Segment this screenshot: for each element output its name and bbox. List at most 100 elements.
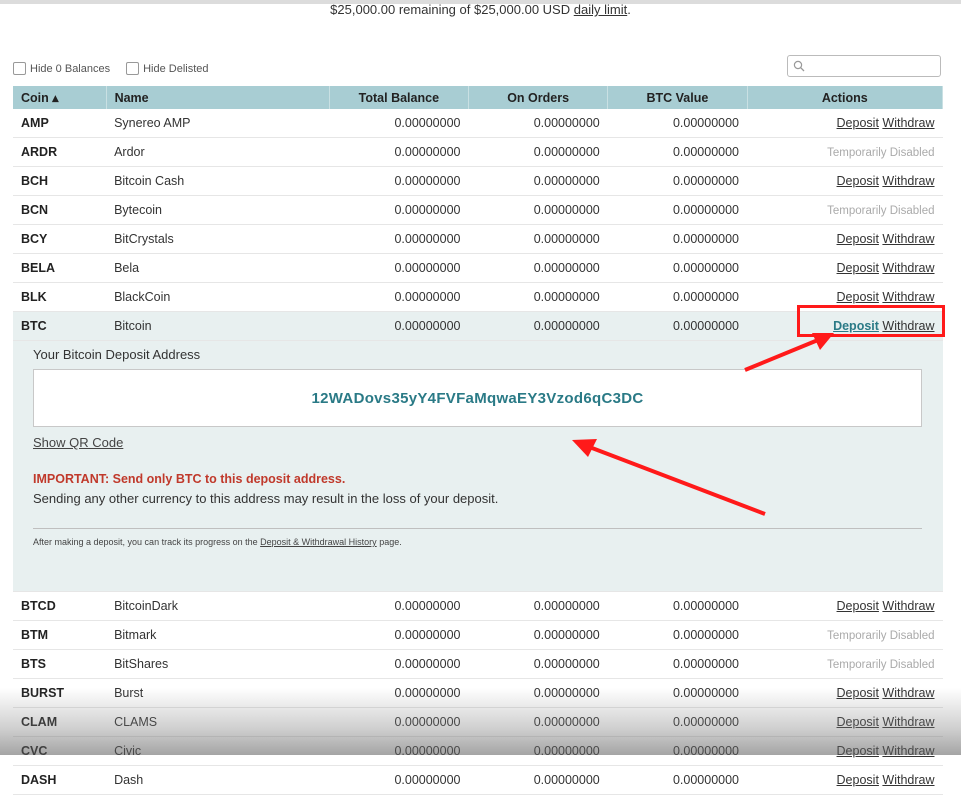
deposit-link[interactable]: Deposit: [837, 261, 879, 275]
coin-cell: DASH: [13, 765, 107, 795]
withdraw-link[interactable]: Withdraw: [882, 686, 934, 700]
actions-cell: Temporarily Disabled: [747, 195, 943, 225]
total-balance-cell: 0.00000000: [329, 620, 469, 650]
table-row: BURST Burst 0.00000000 0.00000000 0.00000000…: [13, 678, 943, 708]
deposit-panel-body: Your Bitcoin Deposit Address 12WADovs35y…: [13, 340, 943, 592]
temporarily-disabled-label: Temporarily Disabled: [827, 659, 935, 671]
btc-value-cell: 0.00000000: [607, 195, 748, 225]
deposit-link[interactable]: Deposit: [837, 116, 879, 130]
deposit-link[interactable]: Deposit: [837, 599, 879, 613]
actions-cell: Deposit Withdraw: [747, 765, 943, 795]
btc-value-cell: 0.00000000: [607, 137, 748, 167]
total-balance-cell: 0.00000000: [329, 137, 469, 167]
coin-cell: BURST: [13, 678, 107, 708]
total-balance-cell: 0.00000000: [329, 311, 469, 341]
on-orders-cell: 0.00000000: [468, 195, 608, 225]
withdraw-link[interactable]: Withdraw: [882, 232, 934, 246]
coin-name-cell: BitCrystals: [106, 224, 330, 254]
total-balance-cell: 0.00000000: [329, 649, 469, 679]
hide-zero-balances-label: Hide 0 Balances: [30, 62, 111, 75]
table-row: BTC Bitcoin 0.00000000 0.00000000 0.00000000…: [13, 311, 943, 341]
coin-cell: ARDR: [13, 137, 107, 167]
coin-name-cell: Bitcoin Cash: [106, 166, 330, 196]
withdraw-link[interactable]: Withdraw: [882, 290, 934, 304]
coin-name-cell: Dash: [106, 765, 330, 795]
hide-delisted-checkbox[interactable]: [126, 62, 140, 75]
table-row: BCN Bytecoin 0.00000000 0.00000000 0.0000000…: [13, 195, 943, 225]
deposit-link[interactable]: Deposit: [833, 319, 879, 333]
btc-value-cell: 0.00000000: [607, 166, 748, 196]
table-row: ARDR Ardor 0.00000000 0.00000000 0.00000000 T…: [13, 137, 943, 167]
withdraw-link[interactable]: Withdraw: [882, 599, 934, 613]
coin-name-cell: Burst: [106, 678, 330, 708]
btc-value-cell: 0.00000000: [607, 649, 748, 679]
coin-cell: BELA: [13, 253, 107, 283]
table-header-row: Coin ▴ Name Total Balance On Orders BTC …: [13, 86, 944, 109]
actions-cell: Temporarily Disabled: [747, 620, 943, 650]
deposit-link[interactable]: Deposit: [837, 174, 879, 188]
btc-value-cell: 0.00000000: [607, 765, 748, 795]
total-balance-cell: 0.00000000: [329, 166, 469, 196]
track-suffix: page.: [379, 537, 402, 547]
table-row: BTCD BitcoinDark 0.00000000 0.00000000 0.000…: [13, 591, 943, 621]
deposit-link[interactable]: Deposit: [837, 290, 879, 304]
btc-value-cell: 0.00000000: [607, 591, 748, 621]
on-orders-cell: 0.00000000: [468, 736, 608, 766]
withdraw-link[interactable]: Withdraw: [882, 744, 934, 758]
deposit-address-box[interactable]: 12WADovs35yY4FVFaMqwaEY3Vzod6qC3DC: [33, 369, 922, 427]
on-orders-cell: 0.00000000: [468, 166, 608, 196]
on-orders-column-header[interactable]: On Orders: [468, 86, 609, 109]
coin-column-header[interactable]: Coin ▴: [13, 86, 107, 109]
btc-value-cell: 0.00000000: [607, 620, 748, 650]
total-balance-cell: 0.00000000: [329, 678, 469, 708]
total-balance-column-header[interactable]: Total Balance: [329, 86, 469, 109]
deposit-link[interactable]: Deposit: [837, 744, 879, 758]
deposit-link[interactable]: Deposit: [837, 773, 879, 787]
deposit-link[interactable]: Deposit: [837, 232, 879, 246]
table-row: BCH Bitcoin Cash 0.00000000 0.00000000 0.000…: [13, 166, 943, 196]
btc-value-cell: 0.00000000: [607, 736, 748, 766]
search-input[interactable]: [787, 55, 941, 77]
coin-name-cell: Bela: [106, 253, 330, 283]
withdraw-link[interactable]: Withdraw: [882, 116, 934, 130]
daily-limit-link[interactable]: daily limit: [574, 2, 627, 17]
withdraw-link[interactable]: Withdraw: [882, 319, 934, 333]
deposit-link[interactable]: Deposit: [837, 686, 879, 700]
actions-cell: Deposit Withdraw: [747, 109, 943, 138]
table-row: BLK BlackCoin 0.00000000 0.00000000 0.000000…: [13, 282, 943, 312]
balances-table-body-top: AMP Synereo AMP 0.00000000 0.00000000 0.0000…: [13, 109, 943, 341]
withdraw-link[interactable]: Withdraw: [882, 715, 934, 729]
actions-cell: Deposit Withdraw: [747, 591, 943, 621]
coin-name-cell: Bitmark: [106, 620, 330, 650]
on-orders-cell: 0.00000000: [468, 137, 608, 167]
coin-name-cell: Synereo AMP: [106, 109, 330, 138]
deposit-address-value[interactable]: 12WADovs35yY4FVFaMqwaEY3Vzod6qC3DC: [312, 390, 644, 407]
on-orders-cell: 0.00000000: [468, 224, 608, 254]
withdraw-link[interactable]: Withdraw: [882, 174, 934, 188]
show-qr-code-link[interactable]: Show QR Code: [33, 435, 123, 450]
deposit-history-link[interactable]: Deposit & Withdrawal History: [260, 537, 377, 547]
coin-name-cell: BlackCoin: [106, 282, 330, 312]
withdraw-link[interactable]: Withdraw: [882, 773, 934, 787]
name-column-header[interactable]: Name: [106, 86, 330, 109]
actions-cell: Temporarily Disabled: [747, 649, 943, 679]
hide-zero-balances-filter[interactable]: Hide 0 Balances: [13, 62, 110, 75]
btc-value-column-header[interactable]: BTC Value: [607, 86, 748, 109]
total-balance-cell: 0.00000000: [329, 282, 469, 312]
coin-cell: BTC: [13, 311, 107, 341]
total-balance-cell: 0.00000000: [329, 109, 469, 138]
btc-value-cell: 0.00000000: [607, 109, 748, 138]
deposit-address-label: Your Bitcoin Deposit Address: [33, 347, 201, 362]
table-row: DASH Dash 0.00000000 0.00000000 0.00000000 De…: [13, 765, 943, 795]
withdraw-link[interactable]: Withdraw: [882, 261, 934, 275]
table-row: BTM Bitmark 0.00000000 0.00000000 0.00000000…: [13, 620, 943, 650]
on-orders-cell: 0.00000000: [468, 311, 608, 341]
track-deposit-note: After making a deposit, you can track it…: [33, 537, 402, 547]
hide-delisted-filter[interactable]: Hide Delisted: [126, 62, 209, 75]
coin-cell: CVC: [13, 736, 107, 766]
coin-name-cell: Bytecoin: [106, 195, 330, 225]
on-orders-cell: 0.00000000: [468, 707, 608, 737]
hide-zero-balances-checkbox[interactable]: [13, 62, 26, 75]
deposit-link[interactable]: Deposit: [837, 715, 879, 729]
on-orders-cell: 0.00000000: [468, 649, 608, 679]
